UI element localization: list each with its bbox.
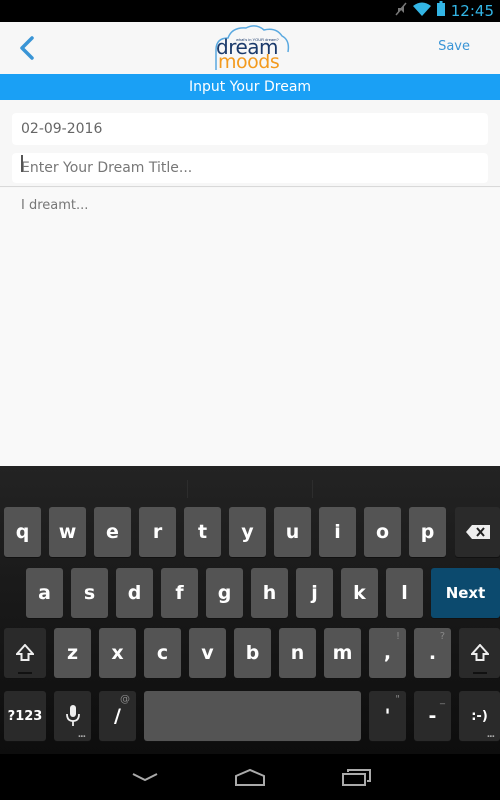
- key-v[interactable]: v: [189, 628, 226, 678]
- shift-indicator: [18, 672, 32, 674]
- emoticon-key[interactable]: :-) ...: [459, 691, 500, 741]
- nav-home-button[interactable]: [226, 762, 274, 792]
- section-header: Input Your Dream: [0, 74, 500, 100]
- key-j[interactable]: j: [296, 568, 333, 618]
- comma-hint: !: [395, 631, 400, 642]
- slash-hint: @: [120, 694, 130, 705]
- back-button[interactable]: [14, 32, 44, 64]
- key-o[interactable]: o: [364, 507, 401, 557]
- dash-key[interactable]: - _: [414, 691, 451, 741]
- key-m[interactable]: m: [324, 628, 361, 678]
- key-e[interactable]: e: [94, 507, 131, 557]
- emoticon-label: :-): [471, 708, 488, 724]
- battery-icon: [436, 1, 445, 21]
- key-r[interactable]: r: [139, 507, 176, 557]
- key-s[interactable]: s: [71, 568, 108, 618]
- soft-keyboard: qwertyuiop asdfghjkl Next zxcvbnm , ! . …: [0, 466, 500, 754]
- status-bar: 12:45: [0, 0, 500, 22]
- nav-recents-button[interactable]: [333, 762, 381, 792]
- more-indicator: ...: [486, 730, 495, 740]
- shift-indicator: [472, 672, 487, 674]
- key-x[interactable]: x: [99, 628, 136, 678]
- comma-label: ,: [383, 642, 392, 664]
- key-y[interactable]: y: [229, 507, 266, 557]
- key-f[interactable]: f: [161, 568, 198, 618]
- apostrophe-label: ': [384, 705, 391, 727]
- suggestion-divider: [312, 480, 313, 498]
- date-field[interactable]: 02-09-2016: [12, 113, 488, 145]
- home-icon: [235, 768, 265, 786]
- slash-key[interactable]: / @: [99, 691, 136, 741]
- apostrophe-hint: ": [395, 694, 400, 705]
- key-p[interactable]: p: [409, 507, 446, 557]
- wifi-icon: [412, 2, 431, 21]
- space-key[interactable]: [144, 691, 361, 741]
- key-l[interactable]: l: [386, 568, 423, 618]
- key-k[interactable]: k: [341, 568, 378, 618]
- app-bar: what's in YOUR dream? dream moods Save: [0, 22, 500, 74]
- dream-moods-logo: what's in YOUR dream? dream moods: [212, 24, 290, 72]
- shift-key-left[interactable]: [4, 628, 46, 678]
- save-button[interactable]: Save: [438, 39, 470, 54]
- more-indicator: ...: [77, 730, 86, 740]
- microphone-icon: [65, 705, 80, 726]
- navigation-bar: [0, 754, 500, 800]
- dream-body-textarea[interactable]: [0, 188, 500, 466]
- backspace-icon: [465, 525, 490, 539]
- key-b[interactable]: b: [234, 628, 271, 678]
- shift-icon: [470, 644, 489, 661]
- symbols-key[interactable]: ?123: [4, 691, 46, 741]
- back-down-icon: [132, 773, 158, 782]
- nav-back-button[interactable]: [121, 762, 169, 792]
- dream-title-input[interactable]: [12, 153, 488, 183]
- period-hint: ?: [439, 631, 445, 642]
- logo-word-moods: moods: [218, 51, 280, 73]
- apostrophe-key[interactable]: ' ": [369, 691, 406, 741]
- status-icons: 12:45: [395, 1, 494, 21]
- key-u[interactable]: u: [274, 507, 311, 557]
- dash-label: -: [428, 705, 437, 727]
- key-a[interactable]: a: [26, 568, 63, 618]
- voice-input-key[interactable]: ...: [54, 691, 91, 741]
- key-z[interactable]: z: [54, 628, 91, 678]
- shift-icon: [16, 644, 34, 661]
- suggestion-strip[interactable]: [0, 466, 500, 502]
- backspace-key[interactable]: [455, 507, 500, 557]
- status-time: 12:45: [450, 2, 494, 20]
- suggestion-divider: [187, 480, 188, 498]
- chevron-left-icon: [20, 36, 34, 60]
- key-d[interactable]: d: [116, 568, 153, 618]
- key-i[interactable]: i: [319, 507, 356, 557]
- divider: [0, 186, 500, 187]
- key-q[interactable]: q: [4, 507, 41, 557]
- key-n[interactable]: n: [279, 628, 316, 678]
- recents-icon: [342, 769, 371, 786]
- key-g[interactable]: g: [206, 568, 243, 618]
- text-cursor: [21, 155, 23, 172]
- mute-icon: [395, 2, 407, 21]
- period-label: .: [428, 642, 437, 664]
- key-t[interactable]: t: [184, 507, 221, 557]
- dream-form: 02-09-2016: [0, 100, 500, 466]
- next-key[interactable]: Next: [431, 568, 500, 618]
- key-h[interactable]: h: [251, 568, 288, 618]
- slash-label: /: [114, 705, 121, 727]
- period-key[interactable]: . ?: [414, 628, 451, 678]
- dash-hint: _: [440, 694, 445, 705]
- shift-key-right[interactable]: [459, 628, 500, 678]
- comma-key[interactable]: , !: [369, 628, 406, 678]
- key-c[interactable]: c: [144, 628, 181, 678]
- key-w[interactable]: w: [49, 507, 86, 557]
